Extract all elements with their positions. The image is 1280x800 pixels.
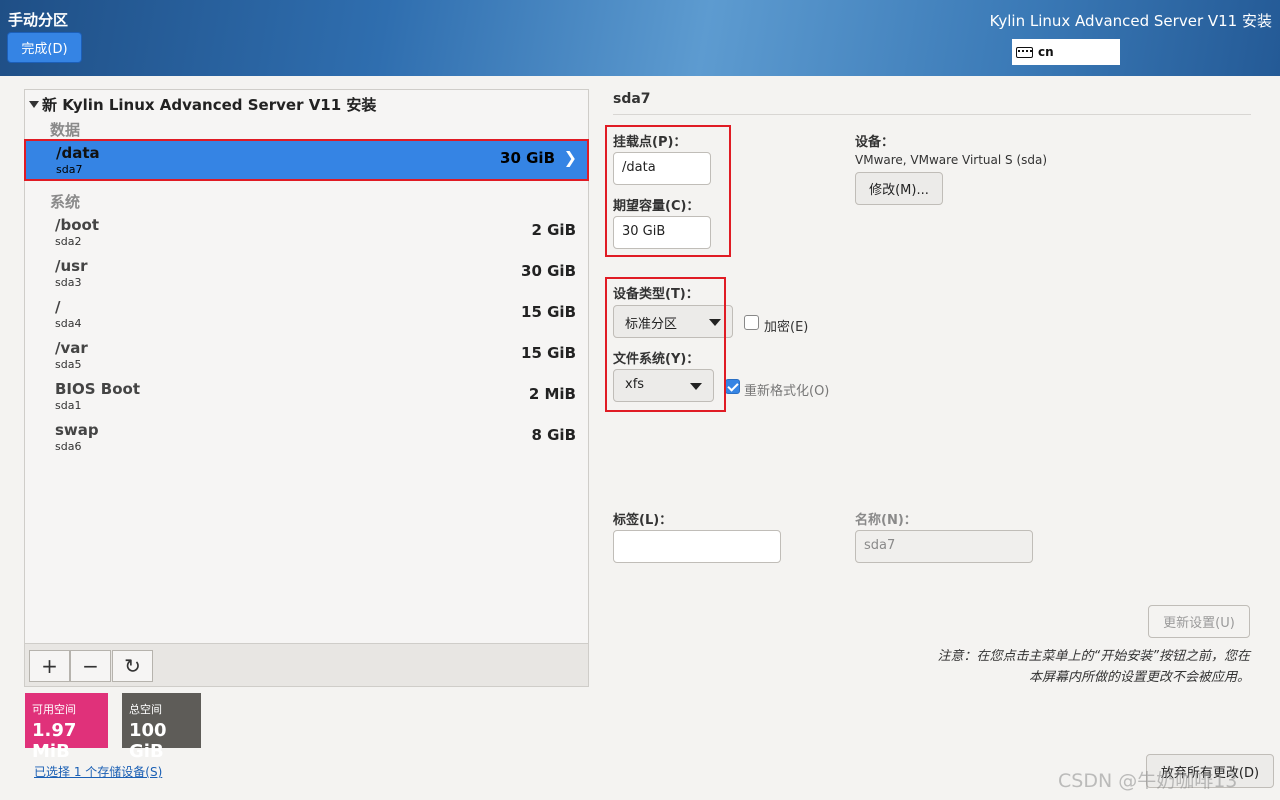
- tag-input[interactable]: [613, 530, 781, 563]
- partition-mount: swap: [55, 421, 99, 439]
- reformat-checkbox[interactable]: [725, 379, 740, 394]
- done-button[interactable]: 完成(D): [7, 32, 82, 63]
- partition-row[interactable]: /var sda5 15 GiB: [25, 336, 588, 374]
- name-input[interactable]: sda7: [855, 530, 1033, 563]
- product-title: Kylin Linux Advanced Server V11 安装: [989, 12, 1272, 30]
- divider: [613, 114, 1251, 115]
- partition-row[interactable]: / sda4 15 GiB: [25, 295, 588, 333]
- partition-size: 15 GiB: [521, 303, 576, 321]
- partition-mount: BIOS Boot: [55, 380, 141, 398]
- refresh-button[interactable]: ↻: [112, 650, 153, 682]
- page-title: 手动分区: [8, 11, 69, 29]
- partition-size: 2 GiB: [531, 221, 576, 239]
- partition-device: sda2: [55, 235, 82, 248]
- group-label-data: 数据: [50, 121, 81, 139]
- partition-row[interactable]: BIOS Boot sda1 2 MiB: [25, 377, 588, 415]
- partition-row[interactable]: /usr sda3 30 GiB: [25, 254, 588, 292]
- keyboard-layout-indicator[interactable]: cn: [1012, 39, 1120, 65]
- chevron-right-icon: ❯: [563, 148, 577, 167]
- partition-details-title: sda7: [613, 91, 651, 107]
- reformat-label: 重新格式化(O): [744, 384, 830, 399]
- watermark: CSDN @牛奶咖啡13: [1058, 770, 1238, 792]
- partition-mount: /boot: [55, 216, 99, 234]
- partition-device: sda1: [55, 399, 82, 412]
- note-line: 本屏幕内所做的设置更改不会被应用。: [1028, 670, 1250, 685]
- available-space-label: 可用空间: [32, 703, 76, 716]
- storage-devices-link[interactable]: 已选择 1 个存储设备(S): [34, 763, 162, 780]
- add-partition-button[interactable]: +: [29, 650, 70, 682]
- total-space-label: 总空间: [129, 703, 162, 716]
- note-line: 注意：在您点击主菜单上的“开始安装”按钮之前，您在: [937, 649, 1250, 664]
- modify-device-button[interactable]: 修改(M)...: [855, 172, 943, 205]
- partition-mount: /var: [55, 339, 88, 357]
- device-label: 设备：: [855, 135, 895, 150]
- available-space-box: 可用空间 1.97 MiB: [25, 693, 108, 762]
- partition-device: sda5: [55, 358, 82, 371]
- partition-size: 30 GiB: [521, 262, 576, 280]
- top-header: 手动分区 完成(D) Kylin Linux Advanced Server V…: [0, 0, 1280, 76]
- partition-device: sda3: [55, 276, 82, 289]
- device-value: VMware, VMware Virtual S (sda): [855, 153, 1048, 167]
- highlight-box: [605, 277, 726, 412]
- highlight-box: [605, 125, 731, 257]
- partition-device: sda4: [55, 317, 82, 330]
- update-settings-button[interactable]: 更新设置(U): [1148, 605, 1250, 638]
- tree-root[interactable]: 新 Kylin Linux Advanced Server V11 安装: [29, 94, 376, 115]
- expand-triangle-icon[interactable]: [29, 101, 39, 108]
- partition-row[interactable]: swap sda6 8 GiB: [25, 418, 588, 456]
- partition-mount: /usr: [55, 257, 88, 275]
- available-space-value: 1.97 MiB: [32, 720, 77, 762]
- partition-size: 2 MiB: [528, 385, 576, 403]
- partition-mount: /data: [56, 144, 100, 162]
- keyboard-icon: [1016, 46, 1033, 58]
- partition-row[interactable]: /boot sda2 2 GiB: [25, 213, 588, 251]
- total-space-value: 100 GiB: [129, 720, 167, 762]
- group-label-system: 系统: [50, 193, 81, 211]
- partition-size: 15 GiB: [521, 344, 576, 362]
- partition-size: 30 GiB: [500, 149, 555, 167]
- keyboard-layout-label: cn: [1038, 45, 1054, 59]
- partition-mount: /: [55, 298, 61, 316]
- tree-root-label: 新 Kylin Linux Advanced Server V11 安装: [42, 96, 377, 114]
- encrypt-label: 加密(E): [764, 320, 809, 335]
- partition-list-panel: 新 Kylin Linux Advanced Server V11 安装 数据 …: [24, 89, 589, 687]
- total-space-box: 总空间 100 GiB: [122, 693, 201, 762]
- partition-device: sda7: [56, 163, 83, 176]
- note-text: 注意：在您点击主菜单上的“开始安装”按钮之前，您在 本屏幕内所做的设置更改不会被…: [938, 646, 1250, 688]
- encrypt-checkbox[interactable]: [744, 315, 759, 330]
- partition-size: 8 GiB: [531, 426, 576, 444]
- partition-row-data[interactable]: /data sda7 30 GiB ❯: [24, 139, 589, 181]
- partition-device: sda6: [55, 440, 82, 453]
- tag-label: 标签(L)：: [613, 513, 673, 528]
- name-label: 名称(N)：: [855, 513, 917, 528]
- partition-toolbar: + − ↻: [25, 643, 588, 686]
- remove-partition-button[interactable]: −: [70, 650, 111, 682]
